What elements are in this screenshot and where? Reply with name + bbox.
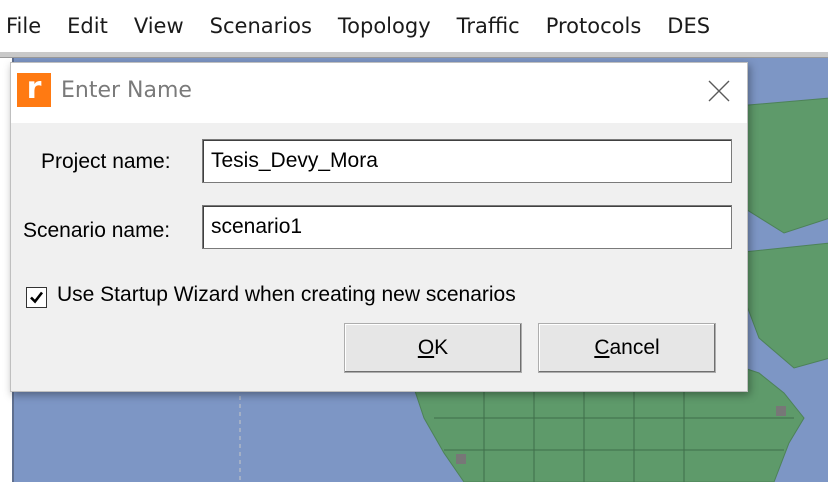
scenario-name-label: Scenario name: [23, 219, 171, 242]
close-button[interactable] [699, 73, 739, 109]
menu-file[interactable]: File [0, 0, 54, 52]
dialog-titlebar[interactable]: r Enter Name [11, 63, 747, 123]
ok-label: K [434, 336, 449, 359]
project-name-input[interactable]: Tesis_Devy_Mora [202, 139, 732, 183]
project-name-label: Project name: [41, 150, 171, 173]
startup-wizard-checkbox[interactable] [26, 287, 47, 308]
cancel-button[interactable]: Cancel [538, 323, 716, 373]
riverbed-app-icon: r [17, 73, 51, 107]
cancel-mnemonic: C [594, 336, 610, 359]
dialog-title: Enter Name [61, 78, 192, 103]
checkmark-icon [30, 291, 44, 304]
menu-protocols[interactable]: Protocols [533, 0, 655, 52]
menu-topology[interactable]: Topology [325, 0, 444, 52]
ok-button[interactable]: OK [344, 323, 522, 373]
menu-scenarios[interactable]: Scenarios [197, 0, 325, 52]
startup-wizard-label[interactable]: Use Startup Wizard when creating new sce… [57, 283, 516, 307]
scenario-name-input[interactable]: scenario1 [202, 205, 732, 249]
menu-edit[interactable]: Edit [54, 0, 121, 52]
enter-name-dialog: r Enter Name Project name: Tesis_Devy_Mo… [10, 62, 748, 392]
menu-view[interactable]: View [121, 0, 197, 52]
close-icon [708, 80, 730, 102]
menu-bar: File Edit View Scenarios Topology Traffi… [0, 0, 828, 52]
cancel-label: ancel [609, 336, 660, 359]
menu-traffic[interactable]: Traffic [444, 0, 533, 52]
ok-mnemonic: O [417, 336, 435, 359]
menu-des[interactable]: DES [654, 0, 723, 52]
